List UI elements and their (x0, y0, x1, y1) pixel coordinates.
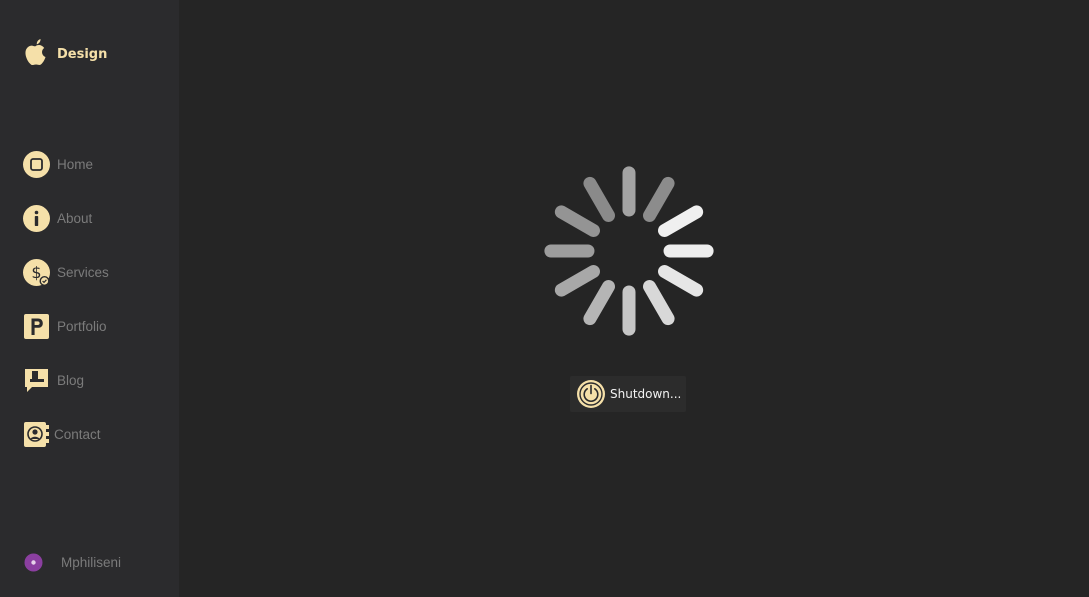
spinner-spoke (643, 280, 675, 326)
blog-icon (23, 367, 50, 394)
sidebar-item-contact[interactable]: Contact (23, 420, 101, 448)
sidebar-item-label: Contact (54, 426, 101, 442)
brand-label: Design (57, 46, 108, 62)
sidebar-item-about[interactable]: About (23, 204, 92, 232)
spinner-spoke (643, 176, 675, 222)
sidebar-item-portfolio[interactable]: Portfolio (23, 312, 107, 340)
user-profile[interactable]: Mphiliseni (24, 552, 121, 572)
shutdown-status: Shutdown... (570, 376, 686, 412)
sidebar-item-home[interactable]: Home (23, 150, 93, 178)
spinner-spoke (583, 176, 615, 222)
shutdown-label: Shutdown... (610, 387, 682, 401)
spinner-spoke (658, 205, 704, 237)
contact-icon (23, 421, 50, 448)
info-icon (23, 204, 50, 232)
spinner-spoke (658, 265, 704, 297)
portfolio-icon (23, 313, 50, 340)
sidebar-item-blog[interactable]: Blog (23, 366, 84, 394)
dollar-icon: $ (23, 258, 50, 286)
apple-icon (23, 38, 48, 71)
avatar (24, 553, 43, 572)
sidebar-item-label: About (57, 210, 93, 226)
home-icon (23, 150, 50, 178)
sidebar-item-label: Home (57, 156, 94, 172)
sidebar-item-label: Portfolio (57, 318, 107, 334)
user-name: Mphiliseni (61, 554, 122, 570)
brand[interactable]: Design (23, 38, 108, 71)
power-icon (570, 379, 606, 409)
spinner-spoke (554, 205, 600, 237)
sidebar: Design Home About $ Services Portfolio B… (0, 0, 179, 597)
loading-spinner (540, 162, 718, 340)
sidebar-item-label: Blog (57, 372, 85, 388)
sidebar-item-label: Services (57, 264, 109, 280)
spinner-spoke (554, 265, 600, 297)
sidebar-item-services[interactable]: $ Services (23, 258, 109, 286)
spinner-spoke (583, 280, 615, 326)
